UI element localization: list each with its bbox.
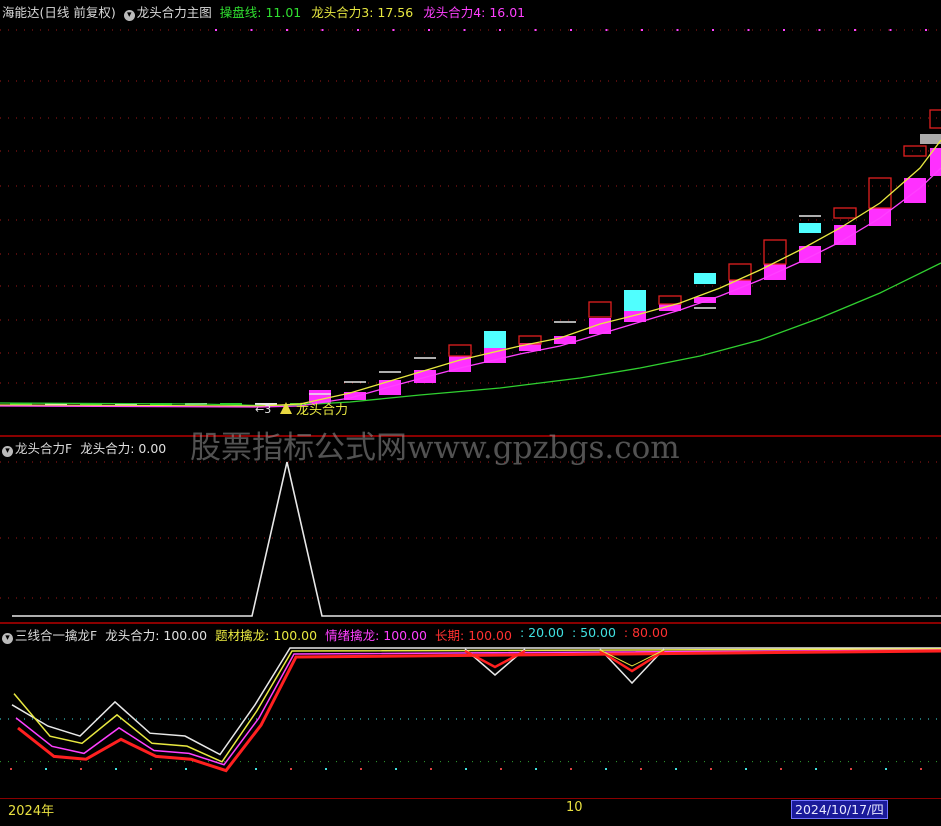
marker-dot: [780, 768, 782, 770]
series-line: [15, 649, 941, 766]
marker-dot: [115, 768, 117, 770]
marker-dot: [463, 29, 466, 31]
marker-dot: [215, 29, 217, 31]
candle-bar: [904, 178, 926, 203]
series-line: [17, 649, 941, 773]
series-line: [13, 648, 941, 763]
marker-dot: [45, 768, 47, 770]
marker-dot: [889, 29, 892, 31]
marker-dot: [925, 29, 927, 31]
candle-bar: [694, 273, 716, 284]
force-indicator-chart[interactable]: [0, 452, 941, 622]
candle-bar: [728, 263, 752, 281]
axis-line: [0, 798, 941, 799]
series-line: [11, 647, 941, 756]
marker-dot: [854, 29, 856, 31]
marker-dot: [360, 768, 362, 770]
marker-dot: [10, 768, 12, 770]
axis-start-label: 2024年: [8, 804, 55, 819]
green-line: [0, 262, 941, 407]
watermark: 股票指标公式网www.gpzbgs.com: [190, 430, 680, 466]
marker-dot: [500, 768, 502, 770]
candle-bar: [920, 134, 941, 144]
marker-dot: [395, 768, 397, 770]
marker-dot: [430, 768, 432, 770]
marker-dot: [286, 29, 288, 31]
candle-bar: [484, 331, 506, 348]
marker-dot: [465, 768, 467, 770]
marker-dot: [815, 768, 817, 770]
marker-dot: [745, 768, 747, 770]
marker-dot: [357, 29, 359, 31]
marker-dot: [605, 768, 607, 770]
marker-dot: [712, 29, 714, 31]
marker-dot: [818, 29, 821, 31]
marker-dot: [255, 768, 257, 770]
marker-dot: [325, 768, 327, 770]
marker-dot: [150, 768, 152, 770]
candle-bar: [833, 207, 857, 219]
marker-dot: [605, 29, 608, 31]
candle-bar: [624, 290, 646, 311]
candle-bar: [448, 344, 472, 357]
candle-bar: [763, 239, 787, 265]
marker-dot: [392, 29, 395, 31]
marker-dot: [710, 768, 712, 770]
candle-bar: [799, 223, 821, 233]
marker-dot: [290, 768, 292, 770]
marker-dot: [185, 768, 187, 770]
marker-dot: [570, 29, 572, 31]
marker-dot: [920, 768, 922, 770]
marker-dot: [80, 768, 82, 770]
main-price-chart[interactable]: ←3 龙头合力: [0, 18, 941, 438]
marker-dot: [641, 29, 643, 31]
marker-dot: [676, 29, 679, 31]
force-line: [12, 461, 941, 617]
marker-dot: [747, 29, 750, 31]
signal-label: 龙头合力: [296, 403, 348, 418]
candle-bar: [588, 301, 612, 318]
marker-dot: [783, 29, 785, 31]
axis-mid-label: 10: [566, 800, 583, 815]
marker-dot: [499, 29, 501, 31]
candle-bar: [903, 145, 927, 157]
candle-bar: [929, 109, 941, 129]
marker-dot: [885, 768, 887, 770]
marker-dot: [640, 768, 642, 770]
marker-dot: [535, 768, 537, 770]
cursor-date-label: 2024/10/17/四: [791, 800, 888, 819]
marker-dot: [850, 768, 852, 770]
marker-dot: [321, 29, 324, 31]
marker-dot: [570, 768, 572, 770]
candle-bar: [414, 370, 436, 383]
marker-dot: [534, 29, 537, 31]
marker-dot: [250, 29, 253, 31]
marker-dot: [675, 768, 677, 770]
candle-bar: [379, 380, 401, 395]
candle-bar: [658, 295, 682, 305]
signal-prefix: ←3: [255, 403, 271, 416]
marker-dot: [428, 29, 430, 31]
three-line-chart[interactable]: [0, 640, 941, 800]
